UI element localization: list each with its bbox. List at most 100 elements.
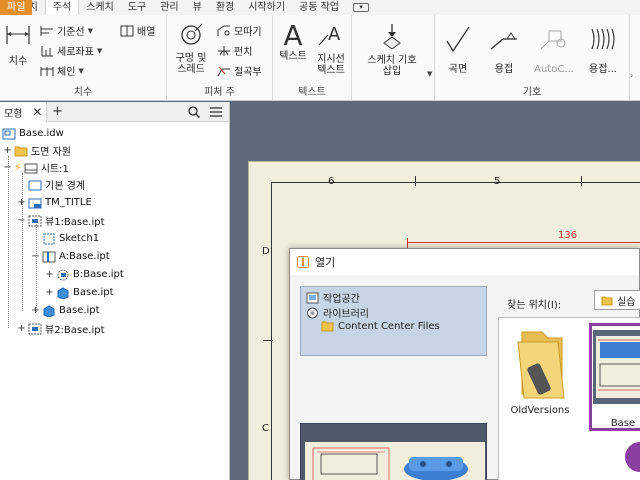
tree-node-part-b[interactable]: + Base.ipt	[31, 302, 100, 319]
text-button[interactable]: A 텍스트	[276, 19, 310, 63]
dimension-line[interactable]	[407, 242, 640, 243]
close-icon[interactable]: ✕	[32, 105, 42, 119]
arrange-button[interactable]: 배열	[120, 23, 155, 38]
tab-annotate[interactable]: 주석	[44, 0, 80, 15]
lightning-icon: ⚡	[14, 161, 22, 174]
punch-button[interactable]: 펀치	[217, 43, 252, 58]
collapse-icon[interactable]: −	[31, 252, 40, 262]
tree-node-part-a[interactable]: + Base.ipt	[45, 284, 114, 301]
group-dimension: 치수 기준선 ▼ 세로좌표 ▼ 체인 ▼ 배열 치수	[0, 15, 167, 101]
search-icon[interactable]	[188, 106, 200, 118]
tree-node-sketch1[interactable]: Sketch1	[42, 230, 99, 247]
ribbon-display-toggle[interactable]: ▾	[346, 0, 376, 15]
tree-node-detail-b[interactable]: + B:Base.ipt	[45, 266, 124, 283]
tab-environments[interactable]: 환경	[209, 0, 241, 15]
tree-node-label: 기본 경계	[45, 181, 85, 192]
place-content-center[interactable]: Content Center Files	[321, 320, 440, 332]
tab-collaborate[interactable]: 공동 작업	[292, 0, 346, 15]
dimension-button[interactable]: 치수	[3, 22, 33, 67]
folder-icon	[601, 296, 613, 305]
collapse-icon[interactable]: −	[17, 216, 26, 226]
tree-node-section-a[interactable]: − A:Base.ipt	[31, 248, 110, 265]
hole-thread-button[interactable]: 구멍 및 스레드	[171, 23, 211, 75]
weld-caterpillar-button[interactable]: 용접...	[581, 25, 625, 75]
drawing-view-icon	[28, 215, 42, 226]
chain-icon	[40, 66, 54, 76]
tab-get-started[interactable]: 시작하기	[241, 0, 292, 15]
ribbon-scroll-right-icon[interactable]: ›	[630, 71, 638, 85]
weld-button[interactable]: 용접	[485, 25, 523, 75]
expand-icon[interactable]: +	[17, 198, 26, 208]
chain-button[interactable]: 체인 ▼	[40, 63, 84, 78]
collapse-icon[interactable]: −	[3, 163, 12, 173]
dialog-title-bar[interactable]: 열기	[290, 249, 639, 275]
place-label: 라이브러리	[323, 309, 369, 320]
tab-tools[interactable]: 도구	[121, 0, 153, 15]
expand-icon[interactable]: +	[17, 324, 26, 334]
tab-model[interactable]: 모형 ✕	[0, 102, 48, 122]
place-workspace[interactable]: 작업공간	[306, 290, 360, 305]
place-label: Content Center Files	[338, 320, 440, 332]
look-in-value: 실습	[617, 296, 636, 308]
zone-label-6: 6	[328, 176, 335, 187]
look-in-dropdown[interactable]: 실습	[594, 290, 640, 310]
chevron-down-icon: ▼	[87, 26, 93, 35]
tab-view[interactable]: 뷰	[186, 0, 209, 15]
menu-icon[interactable]	[210, 107, 222, 117]
tab-file[interactable]: 파일	[0, 0, 33, 15]
open-dialog: 열기 작업공간 라이브러리 Content Center Files 찾는 위치…	[289, 248, 640, 480]
chevron-down-icon: ▼	[96, 46, 103, 55]
browser-header: 모형 ✕ +	[0, 102, 229, 122]
tree-node-label: TM_TITLE	[45, 197, 92, 208]
file-item-base[interactable]: Base	[589, 323, 640, 431]
place-label: 작업공간	[323, 294, 360, 305]
file-label: OldVersions	[510, 405, 570, 416]
tree-node-title-block[interactable]: + TM_TITLE	[17, 194, 92, 211]
tree-node-label: Base.ipt	[59, 305, 100, 316]
hole-thread-label-1: 구멍 및	[175, 53, 207, 64]
leader-text-button[interactable]: A 지시선 텍스트	[313, 21, 349, 76]
group-feature-notes-label: 피처 주	[204, 87, 235, 98]
folder-icon	[517, 331, 565, 399]
part-icon	[43, 304, 55, 317]
text-icon: A	[283, 19, 303, 52]
file-list[interactable]: OldVersions Base	[498, 317, 640, 480]
drawing-thumbnail	[593, 330, 640, 404]
expand-icon[interactable]: +	[3, 146, 12, 156]
tree-node-sheet1[interactable]: − ⚡ 시트:1	[3, 159, 69, 176]
expand-icon[interactable]: +	[45, 288, 54, 298]
add-tab-icon[interactable]: +	[52, 104, 63, 119]
expand-icon[interactable]: +	[31, 306, 40, 316]
place-libraries[interactable]: 라이브러리	[306, 305, 369, 320]
chamfer-button[interactable]: 모따기	[217, 23, 262, 38]
baseline-button[interactable]: 기준선 ▼	[40, 23, 93, 38]
tab-sketch[interactable]: 스케치	[79, 0, 121, 15]
inventor-app-icon	[297, 256, 309, 268]
zone-label-c: C	[262, 423, 269, 434]
file-item-oldversions[interactable]: OldVersions	[509, 328, 571, 416]
tab-manage[interactable]: 관리	[153, 0, 185, 15]
zone-label-5: 5	[494, 176, 501, 187]
autocad-symbols-button[interactable]: AutoC...	[531, 25, 577, 75]
ordinate-button[interactable]: 세로좌표 ▼	[40, 43, 102, 58]
insert-sketch-symbol-button[interactable]: 스케치 기호 삽입	[360, 23, 424, 77]
surface-texture-button[interactable]: 곡면	[439, 25, 477, 75]
ribbon-toggle-icon: ▾	[353, 3, 370, 12]
dimension-value[interactable]: 136	[558, 230, 577, 241]
tree-node-view2[interactable]: + 뷰2:Base.ipt	[17, 320, 105, 337]
tree-node-drawing-resources[interactable]: + 도면 자원	[3, 142, 71, 159]
sketch-symbol-icon	[383, 24, 401, 50]
punch-icon	[218, 45, 230, 56]
tree-node-view1[interactable]: − 뷰1:Base.ipt	[17, 212, 105, 229]
dimension-icon	[6, 26, 30, 44]
tree-node-default-border[interactable]: 기본 경계	[28, 176, 85, 193]
ribbon-panel: 치수 기준선 ▼ 세로좌표 ▼ 체인 ▼ 배열 치수 구멍 및 스레드 모따기 …	[0, 15, 640, 101]
tree-connector	[36, 224, 37, 312]
weld-label: 용접	[494, 64, 514, 75]
expand-icon[interactable]: +	[45, 270, 54, 280]
bend-button[interactable]: 절곡부	[217, 63, 262, 78]
tree-node-label: 뷰1:Base.ipt	[45, 217, 105, 228]
chevron-down-icon[interactable]: ▼	[427, 70, 432, 78]
hole-thread-label-2: 스레드	[177, 64, 205, 75]
tree-node-drawing[interactable]: Base.idw	[2, 125, 64, 142]
